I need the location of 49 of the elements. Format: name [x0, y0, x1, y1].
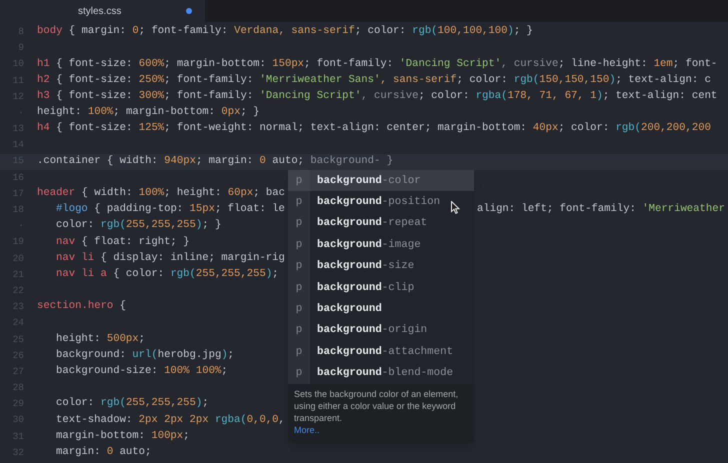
code-text: height: 100%; margin-bottom: 0px; }: [37, 105, 260, 120]
mouse-pointer-icon: [451, 201, 460, 214]
type-label: p: [288, 320, 310, 342]
code-text: header { width: 100%; height: 60px; bac: [37, 186, 285, 202]
code-text: background: url(herobg.jpg);: [56, 348, 234, 363]
type-label: p: [288, 276, 310, 298]
type-label: p: [288, 298, 310, 320]
type-label: p: [288, 256, 310, 277]
code-text: margin-bottom: 100px;: [56, 428, 190, 444]
suggestion-item[interactable]: p background: [288, 298, 474, 320]
type-label: p: [288, 191, 310, 213]
line-number: ·: [17, 219, 25, 234]
suggestion-item[interactable]: p background-position: [288, 191, 474, 213]
suggestion-item[interactable]: p background-repeat: [288, 212, 474, 234]
code-text: nav { float: right; }: [56, 234, 190, 250]
type-label: p: [288, 170, 310, 192]
type-label: p: [288, 341, 310, 363]
code-text: nav li a { color: rgb(255,255,255);: [56, 266, 279, 282]
code-text: h3 { font-size: 300%; font-family: 'Dancing Script', cursive; color: rgba(178, 71, 67, 1); text-align: cent: [37, 88, 718, 104]
more-link[interactable]: More..: [294, 424, 320, 436]
type-label: p: [288, 362, 310, 384]
suggestion-item[interactable]: p background-size: [288, 256, 474, 277]
suggestion-item[interactable]: p background-color: [288, 170, 474, 192]
line-number: ·: [17, 106, 25, 120]
tab-title: styles.css: [78, 4, 122, 18]
code-text: height: 500px;: [56, 332, 146, 347]
file-tab[interactable]: styles.css: [0, 0, 205, 22]
code-text: margin: 0 auto;: [56, 445, 152, 460]
code-text: text-shadow: 2px 2px 2px rgba(0,0,0,: [56, 412, 285, 428]
type-label: p: [288, 212, 310, 234]
code-text: body { margin: 0; font-family: Verdana, sans-serif; color: rgb(100,100,100); }: [37, 24, 533, 40]
code-text: align: left; font-family: 'Merriweather: [477, 202, 725, 218]
suggestion-item[interactable]: p background-blend-mode: [288, 362, 474, 384]
code-text: .container { width: 940px; margin: 0 auto; background- }: [37, 154, 394, 169]
code-text: #logo { padding-top: 15px; float: le: [56, 202, 285, 218]
code-text: color: rgb(255,255,255); }: [56, 218, 222, 234]
suggestion-item[interactable]: p background-origin: [288, 320, 474, 342]
type-label: p: [288, 234, 310, 256]
description-text: Sets the background color of an element, using either a color value or the keyword transparent.: [294, 388, 460, 424]
code-text: section.hero {: [37, 299, 126, 314]
code-text: h4 { font-size: 125%; font-weight: normal; text-align: center; margin-bottom: 40px; color: rgb(200,200,200: [37, 121, 711, 136]
code-text: h2 { font-size: 250%; font-family: 'Merriweather Sans', sans-serif; color: rgb(150,150,150); text-align: c: [37, 72, 711, 88]
code-text: color: rgb(255,255,255);: [56, 396, 209, 412]
code-text: background-size: 100% 100%;: [56, 364, 228, 380]
suggestion-item[interactable]: p background-attachment: [288, 341, 474, 363]
suggestion-item[interactable]: p background-image: [288, 234, 474, 256]
code-text: nav li { display: inline; margin-rig: [56, 250, 285, 266]
suggestion-item[interactable]: p background-clip: [288, 276, 474, 298]
code-text: h1 { font-size: 600%; margin-bottom: 150px; font-family: 'Dancing Script', cursive; line-height: 1em; font-: [37, 56, 718, 72]
